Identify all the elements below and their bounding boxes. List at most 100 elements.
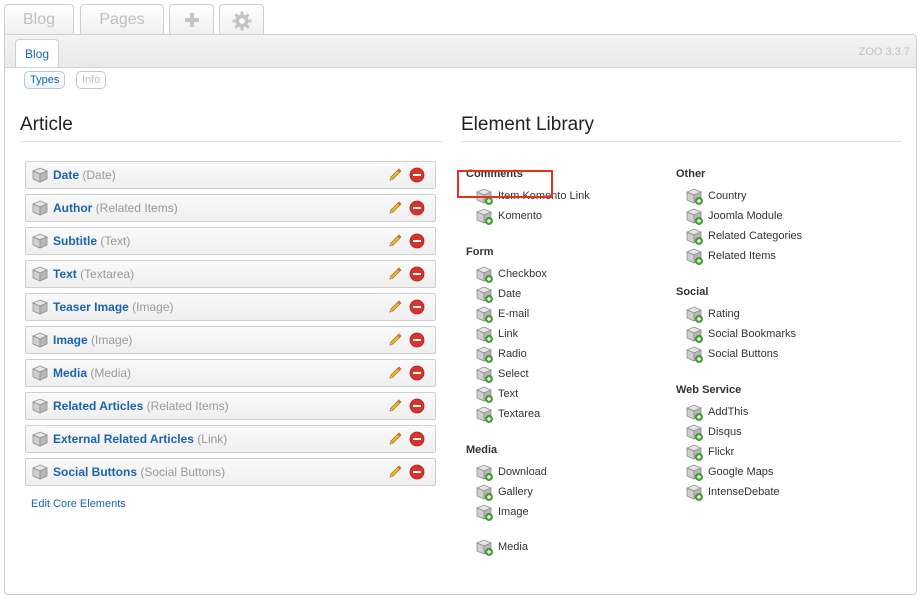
pencil-icon[interactable] <box>387 332 403 348</box>
element-name[interactable]: Subtitle <box>53 234 97 248</box>
element-name[interactable]: Date <box>53 168 79 182</box>
delete-icon[interactable] <box>409 332 425 348</box>
element-add-icon <box>686 228 704 245</box>
pencil-icon[interactable] <box>387 266 403 282</box>
article-element-row[interactable]: Image (Image) <box>25 326 436 354</box>
element-add-icon <box>476 539 494 556</box>
element-label: Social Buttons (Social Buttons) <box>53 465 225 479</box>
element-label: Date (Date) <box>53 168 116 182</box>
library-heading-web-service: Web Service <box>676 384 742 396</box>
main-panel: Blog ZOO 3.3.7 Types Info Article Elemen… <box>4 34 917 595</box>
delete-icon[interactable] <box>409 167 425 183</box>
library-heading-other: Other <box>676 168 706 180</box>
element-name[interactable]: Teaser Image <box>53 300 129 314</box>
delete-icon[interactable] <box>409 200 425 216</box>
element-label: Teaser Image (Image) <box>53 300 174 314</box>
element-add-icon <box>476 464 494 481</box>
element-icon <box>32 266 48 282</box>
element-icon <box>32 332 48 348</box>
element-name[interactable]: Related Articles <box>53 399 143 413</box>
delete-icon[interactable] <box>409 464 425 480</box>
element-type: (Link) <box>197 432 228 446</box>
element-add-icon <box>476 326 494 343</box>
element-icon <box>32 431 48 447</box>
element-add-icon <box>686 404 704 421</box>
element-add-icon <box>476 484 494 501</box>
article-element-row[interactable]: Teaser Image (Image) <box>25 293 436 321</box>
article-element-list: Date (Date) Author (Related Items) Subtitl… <box>25 161 436 491</box>
element-type: (Social Buttons) <box>140 465 226 479</box>
element-add-icon <box>686 424 704 441</box>
element-add-icon <box>476 266 494 283</box>
element-name[interactable]: Image <box>53 333 88 347</box>
library-heading-media: Media <box>466 444 498 456</box>
pencil-icon[interactable] <box>387 398 403 414</box>
info-button[interactable]: Info <box>76 71 107 89</box>
element-label: Media (Media) <box>53 366 131 380</box>
article-element-row[interactable]: Media (Media) <box>25 359 436 387</box>
tab-blog[interactable]: Blog <box>4 4 74 34</box>
settings-tab-button[interactable] <box>219 4 264 34</box>
article-element-row[interactable]: Date (Date) <box>25 161 436 189</box>
article-element-row[interactable]: Text (Textarea) <box>25 260 436 288</box>
element-add-icon <box>686 484 704 501</box>
element-add-icon <box>476 208 494 225</box>
delete-icon[interactable] <box>409 266 425 282</box>
element-add-icon <box>686 208 704 225</box>
pencil-icon[interactable] <box>387 233 403 249</box>
element-add-icon <box>476 306 494 323</box>
types-button[interactable]: Types <box>24 71 66 89</box>
delete-icon[interactable] <box>409 365 425 381</box>
element-type: (Date) <box>82 168 116 182</box>
element-icon <box>32 365 48 381</box>
komento-highlight-box <box>457 170 553 198</box>
element-type: (Related Items) <box>146 399 229 413</box>
element-add-icon <box>686 188 704 205</box>
library-divider <box>461 141 902 142</box>
article-title: Article <box>20 114 73 135</box>
article-element-row[interactable]: Social Buttons (Social Buttons) <box>25 458 436 486</box>
article-divider <box>20 141 442 142</box>
article-element-row[interactable]: Subtitle (Text) <box>25 227 436 255</box>
element-library-title: Element Library <box>461 114 595 135</box>
element-icon <box>32 233 48 249</box>
pencil-icon[interactable] <box>387 365 403 381</box>
article-element-row[interactable]: Related Articles (Related Items) <box>25 392 436 420</box>
pencil-icon[interactable] <box>387 464 403 480</box>
delete-icon[interactable] <box>409 233 425 249</box>
delete-icon[interactable] <box>409 431 425 447</box>
element-label: Author (Related Items) <box>53 201 178 215</box>
element-add-icon <box>476 386 494 403</box>
element-add-icon <box>476 366 494 383</box>
pencil-icon[interactable] <box>387 200 403 216</box>
element-label: Image (Image) <box>53 333 132 347</box>
element-type: (Related Items) <box>95 201 178 215</box>
element-type: (Image) <box>132 300 174 314</box>
element-name[interactable]: Social Buttons <box>53 465 137 479</box>
element-name[interactable]: Author <box>53 201 92 215</box>
pencil-icon[interactable] <box>387 299 403 315</box>
article-element-row[interactable]: Author (Related Items) <box>25 194 436 222</box>
element-add-icon <box>476 286 494 303</box>
delete-icon[interactable] <box>409 398 425 414</box>
delete-icon[interactable] <box>409 299 425 315</box>
element-type: (Media) <box>90 366 132 380</box>
article-element-row[interactable]: External Related Articles (Link) <box>25 425 436 453</box>
panel-header: Blog ZOO 3.3.7 <box>5 35 916 68</box>
tab-pages[interactable]: Pages <box>80 4 164 34</box>
element-name[interactable]: Media <box>53 366 87 380</box>
edit-core-elements-link[interactable]: Edit Core Elements <box>31 498 126 510</box>
element-add-icon <box>476 346 494 363</box>
plus-icon <box>184 13 199 27</box>
element-label: Subtitle (Text) <box>53 234 130 248</box>
element-name[interactable]: Text <box>53 267 77 281</box>
pencil-icon[interactable] <box>387 167 403 183</box>
add-tab-button[interactable] <box>169 4 214 34</box>
pencil-icon[interactable] <box>387 431 403 447</box>
version-label: ZOO 3.3.7 <box>858 46 910 58</box>
tab-blog-active[interactable]: Blog <box>15 39 59 67</box>
element-add-icon <box>686 306 704 323</box>
element-add-icon <box>476 504 494 521</box>
element-add-icon <box>476 406 494 423</box>
element-name[interactable]: External Related Articles <box>53 432 194 446</box>
